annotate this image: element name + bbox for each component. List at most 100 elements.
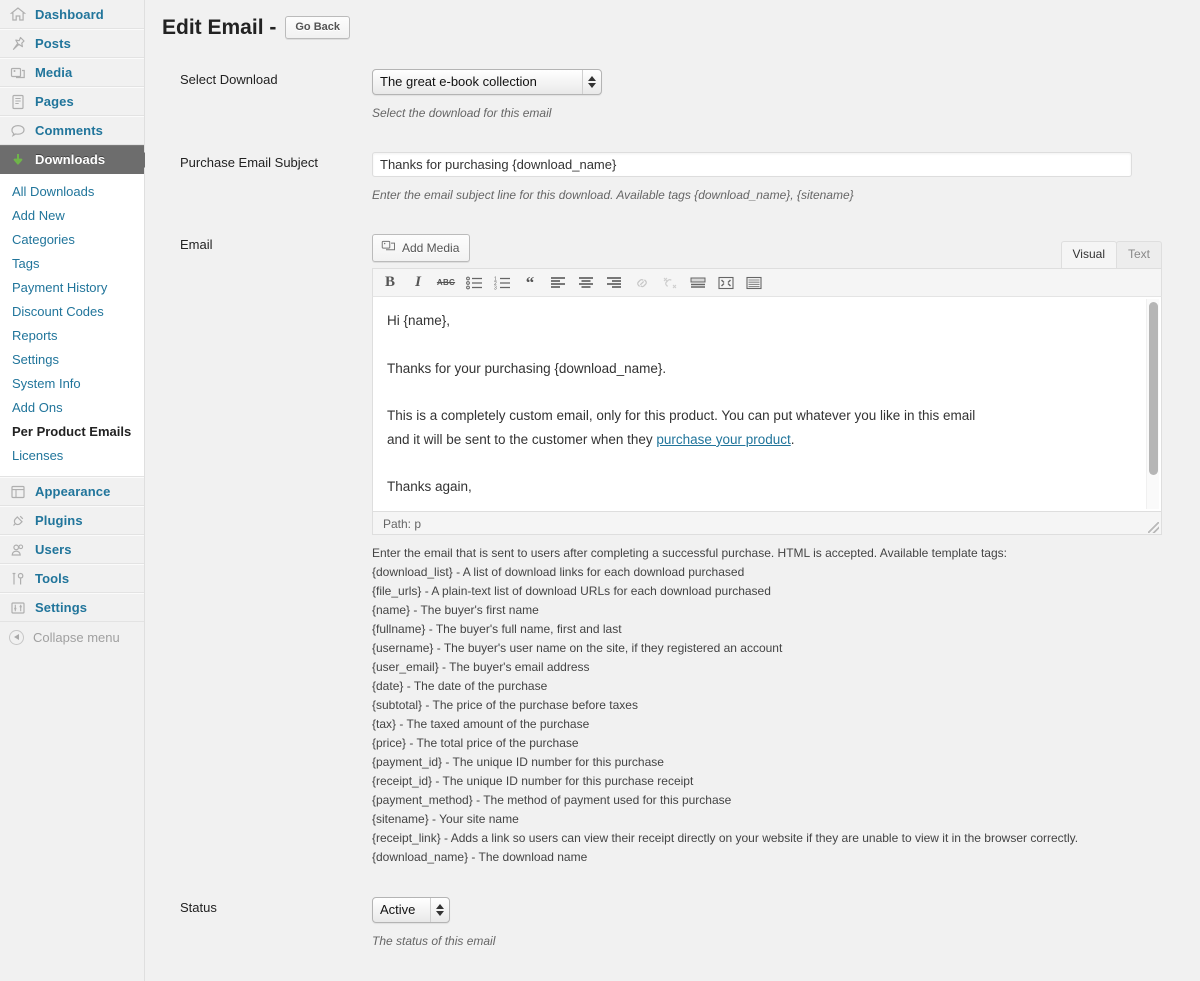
- sidebar-item-pages[interactable]: Pages: [0, 87, 144, 116]
- sidebar-item-tools[interactable]: Tools: [0, 564, 144, 593]
- downloads-submenu: All Downloads Add New Categories Tags Pa…: [0, 174, 144, 477]
- bulleted-list-icon[interactable]: [461, 272, 487, 294]
- sidebar-item-label: Dashboard: [35, 6, 104, 22]
- align-right-icon[interactable]: [601, 272, 627, 294]
- bold-icon[interactable]: B: [377, 272, 403, 294]
- fullscreen-icon[interactable]: [713, 272, 739, 294]
- admin-sidebar: Dashboard Posts Media Pages Comments Dow…: [0, 0, 152, 981]
- editor-paragraph-thanks: Thanks for your purchasing {download_nam…: [387, 360, 667, 376]
- template-tag-line: {subtotal} - The price of the purchase b…: [372, 698, 638, 713]
- submenu-item-settings[interactable]: Settings: [0, 348, 144, 372]
- template-tag-line: {user_email} - The buyer's email address: [372, 660, 590, 675]
- go-back-button[interactable]: Go Back: [285, 16, 350, 40]
- editor-scrollbar[interactable]: [1146, 299, 1159, 510]
- editor-content: Hi {name}, Thanks for your purchasing {d…: [373, 297, 1161, 511]
- editor-text-post: .: [790, 431, 795, 447]
- template-tag-line: {file_urls} - A plain-text list of downl…: [372, 584, 771, 599]
- email-description: Enter the email that is sent to users af…: [372, 544, 1170, 867]
- template-tag-line: {payment_id} - The unique ID number for …: [372, 755, 664, 770]
- submenu-item-payment-history[interactable]: Payment History: [0, 276, 144, 300]
- page-title: Edit Email - Go Back: [162, 15, 1180, 40]
- template-tag-line: {receipt_link} - Adds a link so users ca…: [372, 831, 1079, 846]
- appearance-icon: [9, 483, 27, 501]
- template-tag-line: {payment_method} - The method of payment…: [372, 793, 732, 808]
- plug-icon: [9, 512, 27, 530]
- submenu-item-add-new[interactable]: Add New: [0, 204, 144, 228]
- editor-status-bar: Path: p: [372, 512, 1162, 536]
- sidebar-item-users[interactable]: Users: [0, 535, 144, 564]
- tab-text[interactable]: Text: [1115, 241, 1162, 269]
- strikethrough-icon[interactable]: ABC: [433, 272, 459, 294]
- numbered-list-icon[interactable]: 123: [489, 272, 515, 294]
- sidebar-item-plugins[interactable]: Plugins: [0, 506, 144, 535]
- unlink-icon[interactable]: [657, 272, 683, 294]
- editor-scrollbar-thumb[interactable]: [1149, 302, 1158, 476]
- sidebar-item-label: Media: [35, 65, 73, 80]
- submenu-item-categories[interactable]: Categories: [0, 228, 144, 252]
- insert-more-tag-icon[interactable]: [685, 272, 711, 294]
- collapse-menu-label: Collapse menu: [33, 629, 120, 645]
- purchase-your-product-link[interactable]: purchase your product: [656, 432, 790, 447]
- blockquote-icon[interactable]: “: [517, 272, 543, 294]
- insert-link-icon[interactable]: [629, 272, 655, 294]
- form-row-email: Email Add Media Visual Text B I ABC 1 2 …: [162, 219, 1180, 882]
- submenu-item-add-ons[interactable]: Add Ons: [0, 396, 144, 420]
- editor-top-bar: Add Media Visual Text: [372, 234, 1162, 269]
- submenu-item-reports[interactable]: Reports: [0, 324, 144, 348]
- submenu-item-per-product-emails[interactable]: Per Product Emails: [0, 420, 144, 444]
- submenu-item-all-downloads[interactable]: All Downloads: [0, 180, 144, 204]
- sidebar-item-comments[interactable]: Comments: [0, 116, 144, 145]
- italic-icon[interactable]: I: [405, 272, 431, 294]
- sidebar-item-downloads[interactable]: Downloads: [0, 145, 152, 174]
- label-status: Status: [180, 900, 217, 916]
- submenu-item-licenses[interactable]: Licenses: [0, 444, 144, 468]
- sidebar-item-appearance[interactable]: Appearance: [0, 477, 144, 506]
- sidebar-item-media[interactable]: Media: [0, 58, 144, 87]
- sidebar-item-dashboard[interactable]: Dashboard: [0, 0, 144, 29]
- purchase-email-subject-input[interactable]: [372, 152, 1132, 178]
- submenu-item-discount-codes[interactable]: Discount Codes: [0, 300, 144, 324]
- sidebar-item-label: Pages: [35, 94, 74, 109]
- align-left-icon[interactable]: [545, 272, 571, 294]
- select-download-input[interactable]: The great e-book collection: [372, 69, 602, 96]
- editor-paragraph-custom-1: This is a completely custom email, only …: [387, 408, 976, 424]
- sidebar-item-label: Posts: [35, 36, 71, 51]
- email-description-intro: Enter the email that is sent to users af…: [372, 546, 1007, 561]
- kitchen-sink-icon[interactable]: [741, 272, 767, 294]
- template-tag-line: {receipt_id} - The unique ID number for …: [372, 774, 694, 789]
- editor-paragraph-custom-2: and it will be sent to the customer when…: [387, 430, 1141, 450]
- status-description: The status of this email: [372, 934, 496, 949]
- submenu-item-tags[interactable]: Tags: [0, 252, 144, 276]
- comment-icon: [9, 122, 27, 140]
- collapse-menu-button[interactable]: Collapse menu: [0, 623, 144, 651]
- sidebar-item-settings[interactable]: Settings: [0, 593, 144, 622]
- main-content: Edit Email - Go Back Select Download The…: [145, 0, 1200, 981]
- add-media-label: Add Media: [402, 241, 460, 256]
- email-editor: Add Media Visual Text B I ABC 1 2 3 “ Hi…: [372, 234, 1162, 536]
- editor-content-area[interactable]: Hi {name}, Thanks for your purchasing {d…: [372, 297, 1162, 513]
- align-center-icon[interactable]: [573, 272, 599, 294]
- pin-icon: [9, 35, 27, 53]
- template-tag-line: {date} - The date of the purchase: [372, 679, 548, 694]
- page-icon: [9, 93, 27, 111]
- template-tag-line: {download_name} - The download name: [372, 850, 588, 865]
- form-row-select-download: Select Download The great e-book collect…: [162, 54, 1180, 137]
- template-tag-line: {sitename} - Your site name: [372, 812, 519, 827]
- template-tag-line: {username} - The buyer's user name on th…: [372, 641, 783, 656]
- status-select-input[interactable]: Active: [372, 897, 450, 924]
- submenu-item-system-info[interactable]: System Info: [0, 372, 144, 396]
- settings-sliders-icon: [9, 599, 27, 617]
- sidebar-item-posts[interactable]: Posts: [0, 29, 144, 58]
- tab-visual[interactable]: Visual: [1060, 241, 1117, 269]
- template-tag-line: {fullname} - The buyer's full name, firs…: [372, 622, 622, 637]
- users-icon: [9, 541, 27, 559]
- sidebar-item-label: Plugins: [35, 513, 83, 528]
- tools-icon: [9, 570, 27, 588]
- svg-text:3: 3: [494, 285, 497, 290]
- sidebar-item-label: Settings: [35, 600, 88, 615]
- editor-resize-handle[interactable]: [1148, 522, 1159, 534]
- add-media-button[interactable]: Add Media: [372, 234, 471, 263]
- editor-text-pre: and it will be sent to the customer when…: [387, 431, 657, 447]
- download-arrow-icon: [9, 151, 27, 169]
- select-download-description: Select the download for this email: [372, 106, 552, 121]
